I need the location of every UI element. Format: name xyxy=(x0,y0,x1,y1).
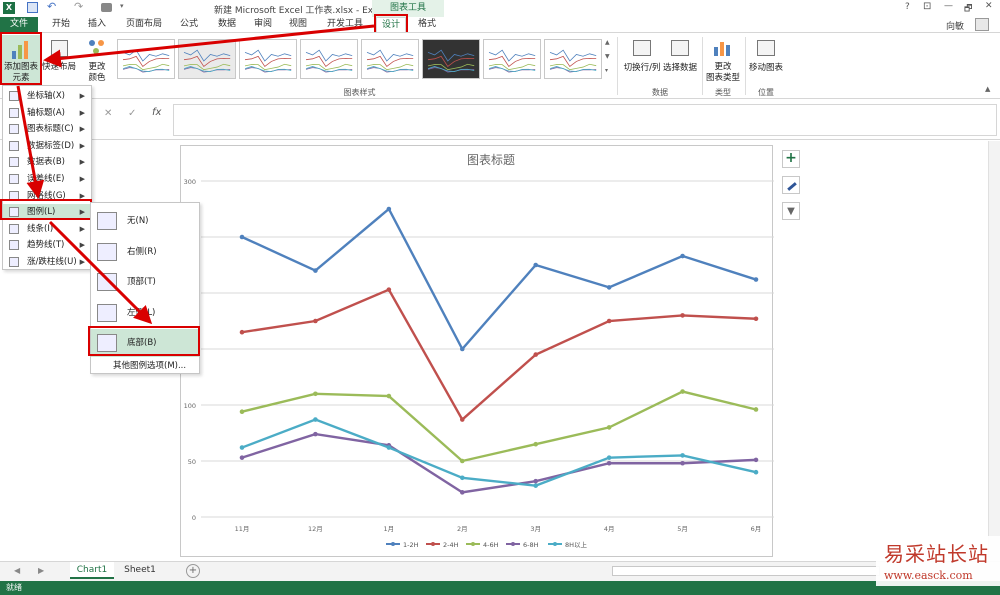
annotation-arrows xyxy=(16,24,375,325)
sheet-scroll-right[interactable]: ▶ xyxy=(38,566,44,575)
arrow-legend-to-bottom xyxy=(48,220,153,325)
arrow-design-to-add xyxy=(43,24,375,68)
sheet-tab-chart1[interactable]: Chart1 xyxy=(70,562,114,579)
watermark-line2: www.easck.com xyxy=(884,569,973,582)
status-ready: 就绪 xyxy=(6,583,22,592)
sheet-tabs-bar: ◀ ▶ Chart1 Sheet1 + xyxy=(0,561,1000,581)
sheet-scroll-left[interactable]: ◀ xyxy=(14,566,20,575)
sheet-tab-sheet1[interactable]: Sheet1 xyxy=(118,562,162,579)
watermark: 易采站长站 www.easck.com xyxy=(876,536,1000,586)
status-bar: 就绪 xyxy=(0,581,1000,595)
horizontal-scrollbar[interactable] xyxy=(612,566,880,576)
add-sheet-button[interactable]: + xyxy=(186,564,200,578)
arrow-add-to-legend xyxy=(16,85,45,199)
watermark-line1: 易采站长站 xyxy=(884,542,989,566)
